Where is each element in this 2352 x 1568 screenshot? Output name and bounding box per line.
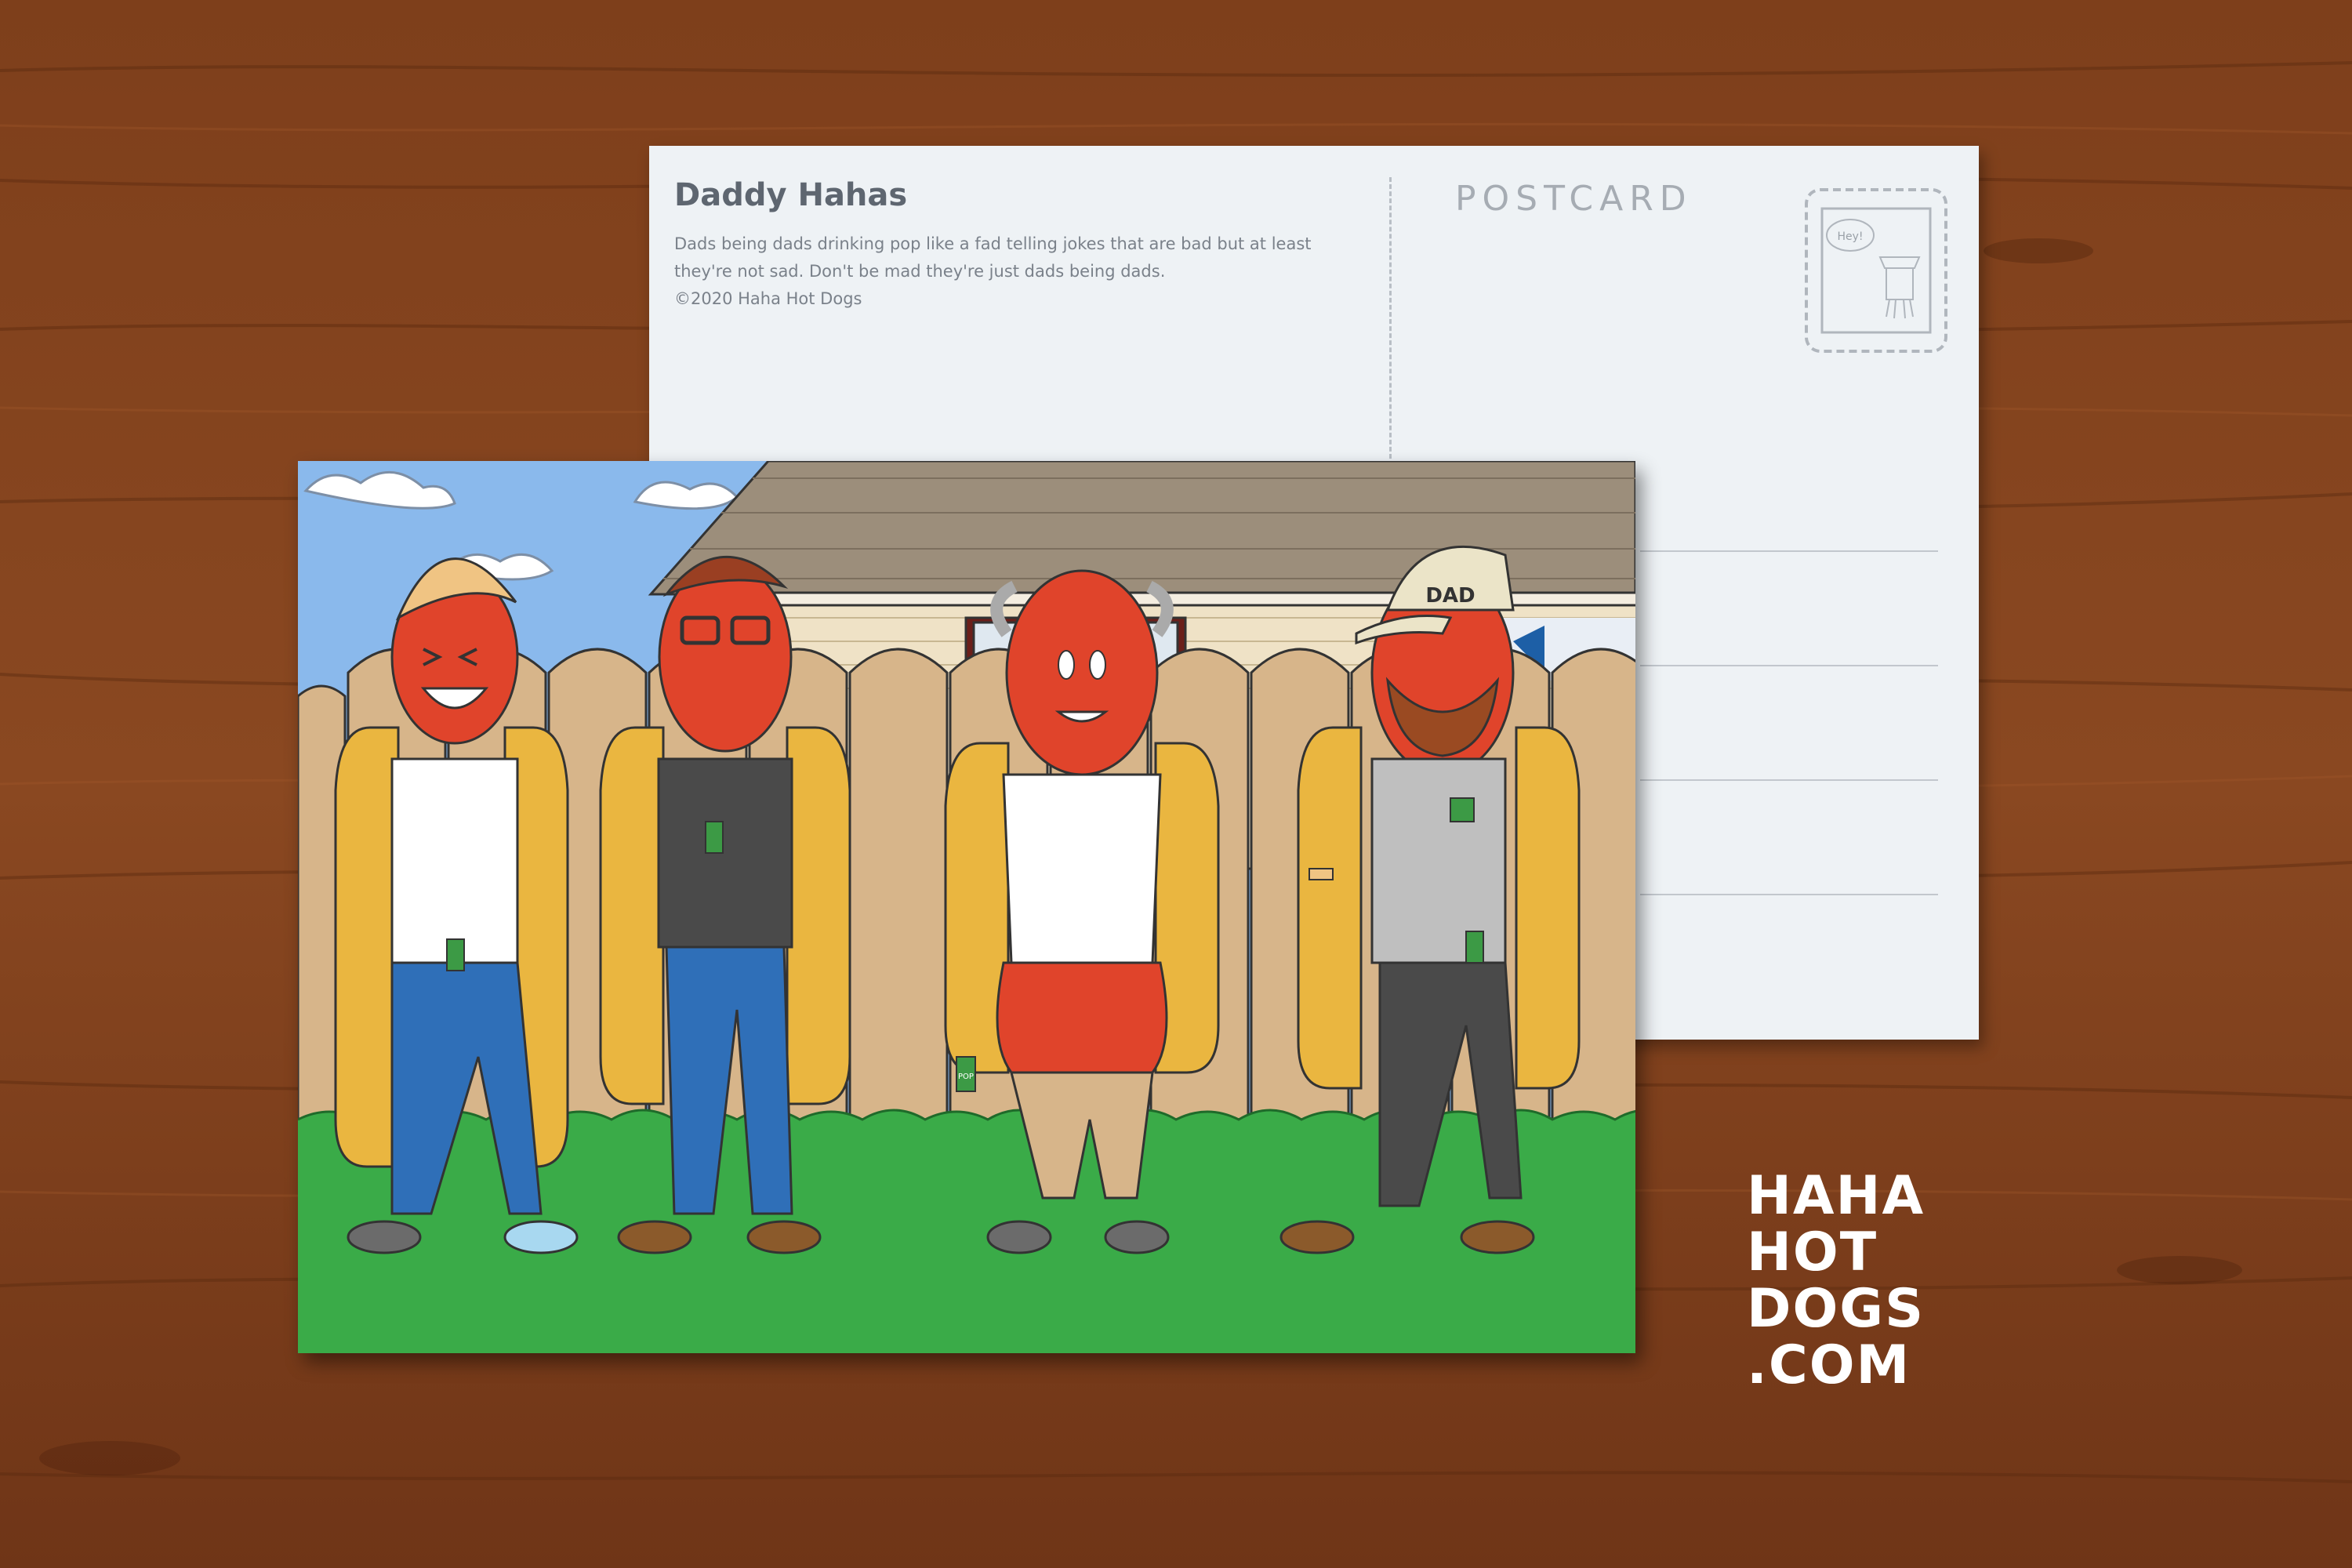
address-line	[1640, 894, 1938, 895]
address-line	[1640, 779, 1938, 781]
address-line	[1640, 550, 1938, 552]
brand-line: HOT	[1747, 1221, 1878, 1283]
brand-line: DOGS	[1747, 1278, 1926, 1340]
can-label: POP	[958, 1073, 974, 1081]
postcard-title: Daddy Hahas	[674, 177, 908, 213]
postcard-description-block: Dads being dads drinking pop like a fad …	[674, 230, 1364, 313]
stamp-speech-text: Hey!	[1837, 230, 1863, 243]
brand-line: HAHA	[1747, 1165, 1926, 1227]
postcard-description: Dads being dads drinking pop like a fad …	[674, 234, 1312, 281]
postcard-front: POP DAD	[298, 461, 1635, 1353]
brand-line: .COM	[1747, 1334, 1911, 1396]
cloud	[633, 481, 739, 510]
address-line	[1640, 665, 1938, 666]
brand-url: HAHA HOT DOGS .COM	[1747, 1168, 1925, 1394]
stamp-box: Hey!	[1805, 188, 1947, 353]
postcard-label: POSTCARD	[1455, 179, 1693, 219]
hot-dog-dads-illustration: POP DAD	[298, 461, 1635, 1353]
postcard-copyright: ©2020 Haha Hot Dogs	[674, 289, 862, 308]
cap-label: DAD	[1425, 584, 1475, 608]
